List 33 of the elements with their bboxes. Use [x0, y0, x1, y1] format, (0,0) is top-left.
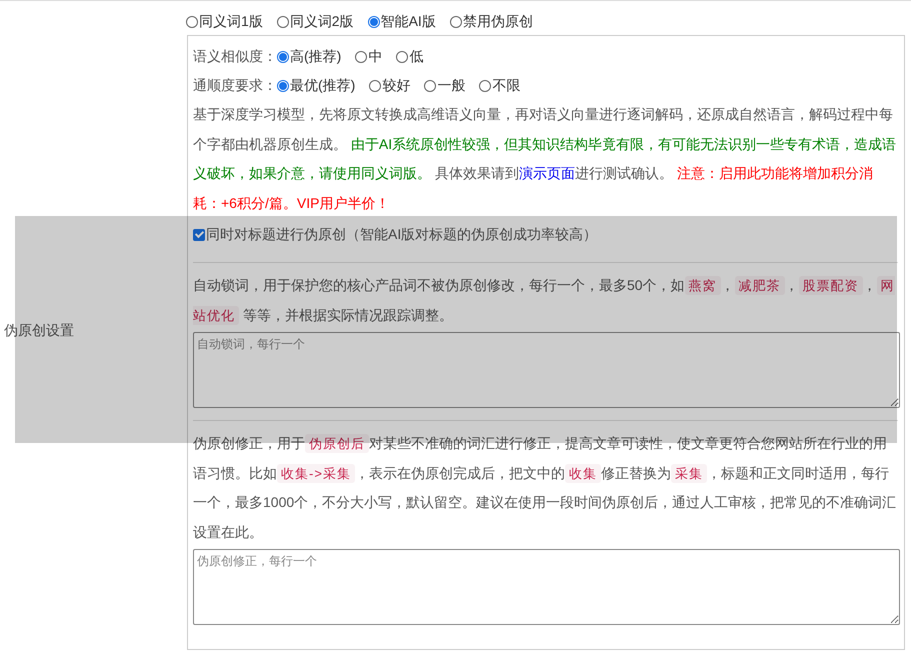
radio-option[interactable]: 一般 [424, 76, 466, 94]
radio-button[interactable] [396, 50, 408, 62]
radio-button[interactable] [424, 80, 436, 92]
description-text: 基于深度学习模型，先将原文转换成高维语义向量，再对语义向量进行逐词解码，还原成自然语言，解码过程中每个字都由机器原创生成。 由于AI系统原创性较强，但其知识结构毕竟有限，有可能无法识别一些专有术语，造成语义破坏，如果介意，请使用同义词版。 具体效果请到演示页面进行测试确认。 注意：启用此功能将增加积分消耗：+6积分/篇。VIP用户半价！ [193, 105, 898, 212]
radio-option[interactable]: 高(推荐) [277, 48, 342, 66]
lock-words-description: 自动锁词，用于保护您的核心产品词不被伪原创修改，每行一个，最多50个，如 燕窝 ， 减肥茶 ， 股票配资 ， 网站优化 等等，并根据实际情况跟踪调整。 [193, 275, 896, 326]
field-label: 通顺度要求： [193, 76, 277, 94]
radio-button[interactable] [355, 50, 368, 62]
radio-option[interactable]: 低 [396, 48, 424, 66]
field-label: 语义相似度： [193, 48, 277, 66]
radio-button[interactable] [479, 80, 492, 92]
radio-button[interactable] [368, 16, 380, 28]
radio-button[interactable] [186, 16, 198, 28]
radio-button[interactable] [277, 50, 289, 62]
radio-button[interactable] [450, 16, 462, 28]
radio-option[interactable]: 智能AI版 [368, 13, 436, 31]
checkbox[interactable] [193, 229, 205, 241]
corrections-field[interactable]: 伪原创修正，每行一个 [193, 549, 900, 625]
corrections-description: 伪原创修正，用于 伪原创后 对某些不准确的词汇进行修正，提高文章可读性，使文章更符合您网站所在行业的用语习惯。比如 收集->采集 ，表示在伪原创完成后，把文中的 收集 修正替换为 采集 ，标题和正文同时适用，每行一个，最多1000个，不分大小写，默认留空。建议在使用一段时间伪原创后，通过人工审核，把常见的不准确词汇设置在此。 [193, 433, 898, 542]
radio-option[interactable]: 最优(推荐) [277, 76, 356, 94]
radio-option[interactable]: 同义词1版 [186, 13, 263, 31]
radio-button[interactable] [277, 80, 289, 92]
radio-button[interactable] [369, 80, 382, 92]
radio-option[interactable]: 中 [355, 48, 382, 66]
demo-page-link[interactable]: 演示页面 [518, 165, 575, 181]
section-label: 伪原创设置 [3, 322, 74, 340]
radio-option[interactable]: 较好 [369, 76, 410, 94]
radio-button[interactable] [276, 16, 289, 28]
lock-words-field[interactable]: 自动锁词，每行一个 [193, 332, 900, 408]
radio-option[interactable]: 不限 [479, 76, 520, 94]
radio-option[interactable]: 同义词2版 [276, 13, 354, 31]
radio-option[interactable]: 禁用伪原创 [450, 13, 533, 31]
checkbox-label: 同时对标题进行伪原创（智能AI版对标题的伪原创成功率较高） [206, 226, 598, 244]
